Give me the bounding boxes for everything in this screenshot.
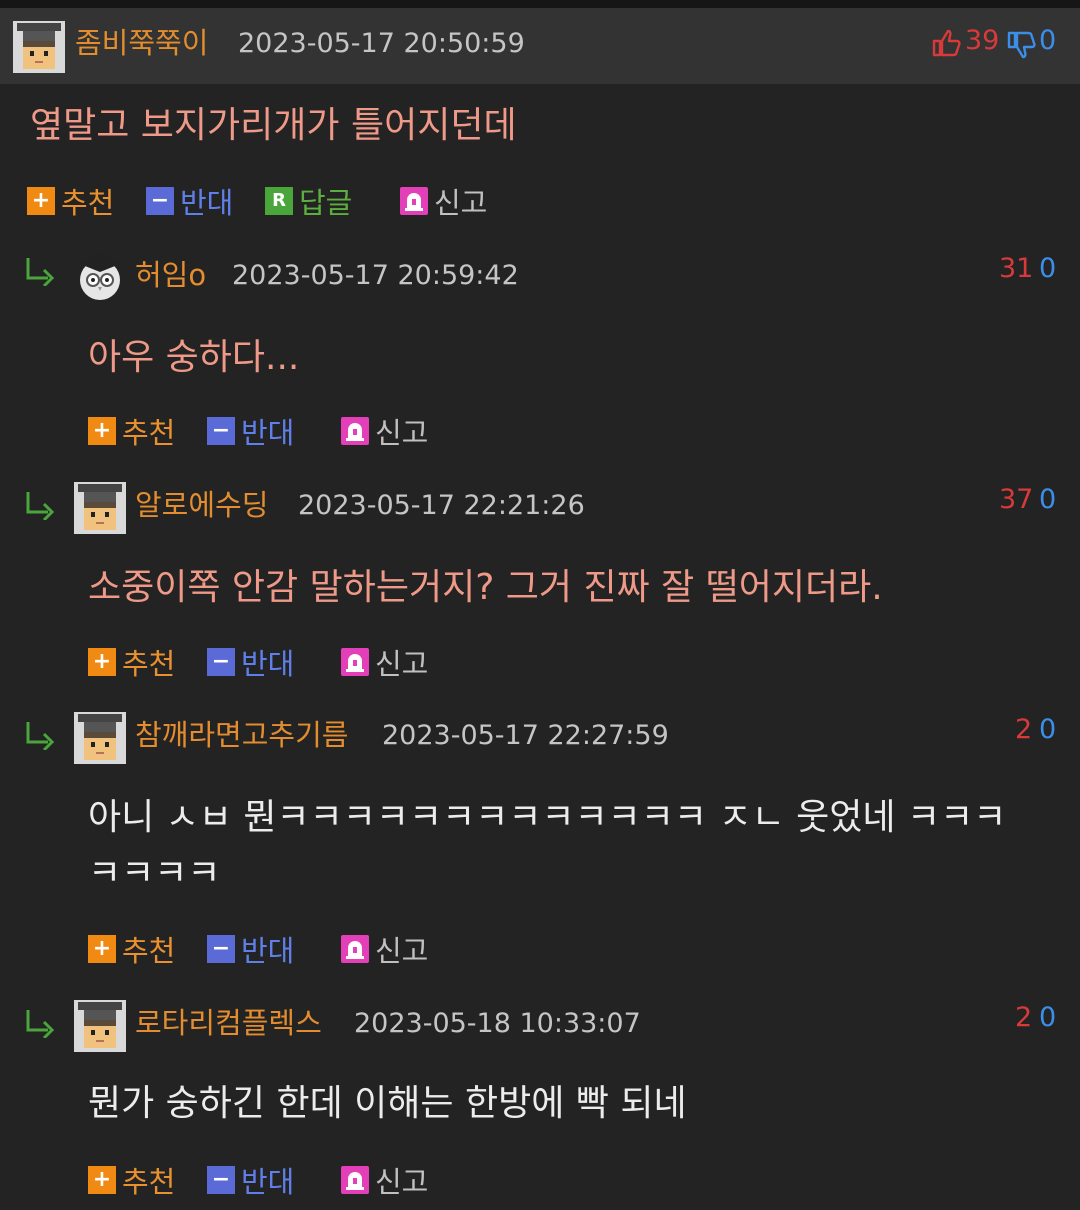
plus-icon: + xyxy=(88,935,116,963)
reply-r-icon: R xyxy=(265,187,293,215)
thumb-up-icon[interactable] xyxy=(931,28,961,58)
reply-up-count: 2 xyxy=(1015,1002,1033,1033)
reply-date: 2023-05-18 10:33:07 xyxy=(354,1008,641,1039)
recommend-button[interactable]: + 추천 xyxy=(88,644,175,681)
reply-author[interactable]: 참깨라면고추기름 xyxy=(135,717,348,753)
top-border xyxy=(0,0,1080,8)
post-date: 2023-05-17 20:50:59 xyxy=(238,28,525,59)
recommend-button[interactable]: + 추천 xyxy=(27,183,114,220)
reply-date: 2023-05-17 22:27:59 xyxy=(382,720,669,751)
reply-text-line-1: 아니 ㅅㅂ 뭔ㅋㅋㅋㅋㅋㅋㅋㅋㅋㅋㅋㅋㅋ ㅈㄴ 웃었네 ㅋㅋㅋ xyxy=(88,797,1007,838)
reply-author[interactable]: 로타리컴플렉스 xyxy=(135,1005,322,1041)
reply-button[interactable]: R 답글 xyxy=(265,183,352,220)
minus-icon: − xyxy=(207,648,235,676)
reply-down-count: 0 xyxy=(1039,484,1057,515)
recommend-button[interactable]: + 추천 xyxy=(88,413,175,450)
recommend-button[interactable]: + 추천 xyxy=(88,1162,175,1199)
reply-down-count: 0 xyxy=(1039,253,1057,284)
reply-text: 뭔가 숭하긴 한데 이해는 한방에 빡 되네 xyxy=(88,1083,687,1124)
reply-arrow-icon xyxy=(26,1010,55,1038)
reply-text: 소중이쪽 안감 말하는거지? 그거 진짜 잘 떨어지더라. xyxy=(88,567,883,608)
report-button[interactable]: 신고 xyxy=(341,1162,428,1199)
post-author[interactable]: 좀비쭉쭉이 xyxy=(75,25,208,61)
reply-up-count: 2 xyxy=(1015,714,1033,745)
report-button[interactable]: 신고 xyxy=(341,931,428,968)
report-button[interactable]: 신고 xyxy=(341,413,428,450)
pixel-avatar[interactable] xyxy=(13,21,65,73)
plus-icon: + xyxy=(27,187,55,215)
reply-date: 2023-05-17 20:59:42 xyxy=(232,260,519,291)
post-text: 옆말고 보지가리개가 틀어지던데 xyxy=(30,105,517,146)
reply-author[interactable]: 허임o xyxy=(135,257,206,293)
reply-date: 2023-05-17 22:21:26 xyxy=(298,490,585,521)
reply-arrow-icon xyxy=(26,722,55,750)
plus-icon: + xyxy=(88,417,116,445)
pixel-avatar[interactable] xyxy=(74,482,126,534)
reply-text: 아우 숭하다... xyxy=(88,337,300,378)
reply-arrow-icon xyxy=(26,492,55,520)
oppose-button[interactable]: − 반대 xyxy=(207,931,294,968)
recommend-button[interactable]: + 추천 xyxy=(88,931,175,968)
minus-icon: − xyxy=(207,1166,235,1194)
siren-icon xyxy=(341,935,369,963)
reply-down-count: 0 xyxy=(1039,714,1057,745)
minus-icon: − xyxy=(146,187,174,215)
pixel-avatar[interactable] xyxy=(74,1000,126,1052)
oppose-button[interactable]: − 반대 xyxy=(207,644,294,681)
reply-up-count: 31 xyxy=(999,253,1034,284)
siren-icon xyxy=(341,1166,369,1194)
siren-icon xyxy=(341,648,369,676)
plus-icon: + xyxy=(88,648,116,676)
reply-arrow-icon xyxy=(26,258,55,286)
reply-text-line-2: ㅋㅋㅋㅋ xyxy=(88,853,221,894)
siren-icon xyxy=(400,187,428,215)
reply-author[interactable]: 알로에수딩 xyxy=(135,487,268,523)
report-button[interactable]: 신고 xyxy=(400,183,487,220)
owl-avatar[interactable] xyxy=(74,250,126,302)
post-up-count: 39 xyxy=(965,25,1000,56)
minus-icon: − xyxy=(207,417,235,445)
post-header: 좀비쭉쭉이 2023-05-17 20:50:59 39 0 xyxy=(0,8,1080,84)
reply-up-count: 37 xyxy=(999,484,1034,515)
reply-down-count: 0 xyxy=(1039,1002,1057,1033)
plus-icon: + xyxy=(88,1166,116,1194)
post-down-count: 0 xyxy=(1039,25,1057,56)
oppose-button[interactable]: − 반대 xyxy=(207,1162,294,1199)
thumb-down-icon[interactable] xyxy=(1006,30,1036,60)
minus-icon: − xyxy=(207,935,235,963)
report-button[interactable]: 신고 xyxy=(341,644,428,681)
oppose-button[interactable]: − 반대 xyxy=(207,413,294,450)
pixel-avatar[interactable] xyxy=(74,712,126,764)
siren-icon xyxy=(341,417,369,445)
oppose-button[interactable]: − 반대 xyxy=(146,183,233,220)
